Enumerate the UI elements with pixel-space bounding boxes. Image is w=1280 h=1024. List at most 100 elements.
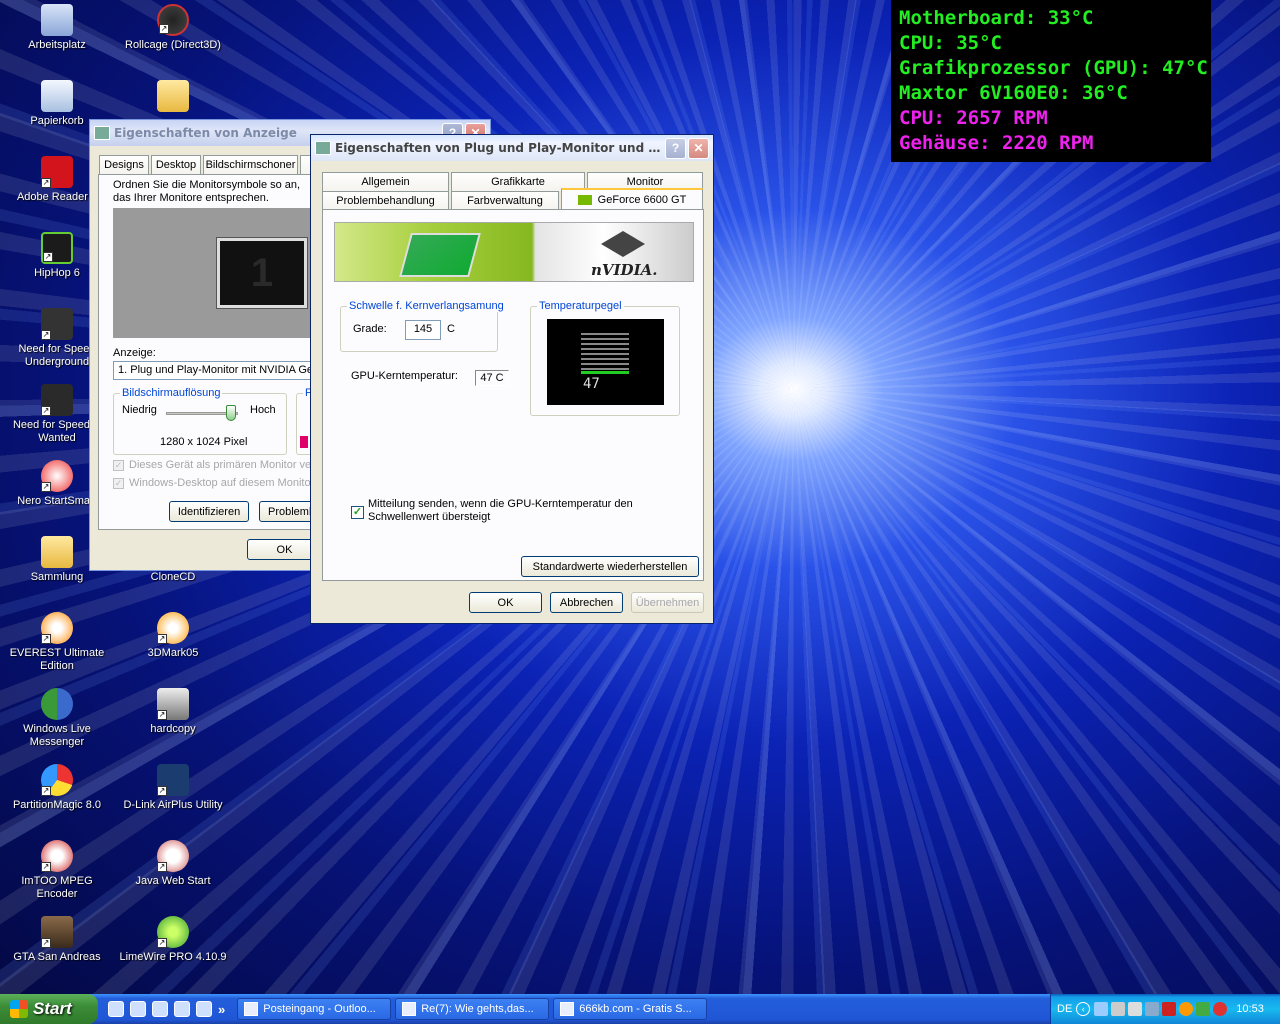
recycle-bin-icon — [41, 80, 73, 112]
extend-desktop-label: Windows-Desktop auf diesem Monitor — [129, 477, 315, 489]
monitor-icon — [315, 141, 331, 155]
monitor-icon — [94, 126, 110, 140]
sensor-motherboard: Motherboard: 33°C — [899, 7, 1094, 29]
outlook-icon — [244, 1002, 259, 1016]
resolution-group-label: Bildschirmauflösung — [120, 387, 223, 399]
restore-defaults-button[interactable]: Standardwerte wiederherstellen — [521, 556, 699, 577]
language-indicator[interactable]: DE — [1057, 1003, 1072, 1015]
extend-desktop-checkbox[interactable]: ✓ — [113, 478, 124, 489]
monitor-properties-titlebar[interactable]: Eigenschaften von Plug und Play-Monitor … — [311, 135, 713, 161]
desktop-icon-arbeitsplatz[interactable]: Arbeitsplatz — [2, 4, 112, 52]
desktop-icon-rollcage[interactable]: ↗ Rollcage (Direct3D) — [118, 4, 228, 52]
desktop-icon-partitionmagic[interactable]: ↗ PartitionMagic 8.0 — [2, 764, 112, 812]
tray-k-icon[interactable] — [1162, 1002, 1177, 1016]
gauge-value: 47 — [583, 376, 600, 392]
grade-label: Grade: — [353, 323, 387, 335]
windows-logo-icon — [10, 1000, 28, 1018]
folder-icon — [41, 536, 73, 568]
resolution-slider-thumb[interactable] — [226, 405, 236, 421]
help-button[interactable]: ? — [665, 137, 686, 159]
hiphop-icon: ↗ — [41, 232, 73, 264]
taskbar: Start » Posteingang - Outloo... Re(7): W… — [0, 994, 1280, 1024]
tray-monitor-icon[interactable] — [1145, 1002, 1160, 1016]
apply-button[interactable]: Übernehmen — [631, 592, 704, 613]
task-666kb[interactable]: 666kb.com - Gratis S... — [553, 998, 708, 1020]
quicklaunch-mediaplayer-icon[interactable] — [174, 1001, 190, 1017]
tab-geforce[interactable]: GeForce 6600 GT — [561, 188, 703, 209]
tray-d-icon[interactable] — [1196, 1002, 1211, 1016]
threshold-group: Schwelle f. Kernverlangsamung Grade: 145… — [340, 300, 506, 352]
tray-everest-icon[interactable] — [1179, 1002, 1194, 1016]
start-button[interactable]: Start — [0, 994, 98, 1024]
desktop-icon-limewire[interactable]: ↗ LimeWire PRO 4.10.9 — [118, 916, 228, 964]
desktop-icon-messenger[interactable]: Windows Live Messenger — [2, 688, 112, 749]
monitor-1-icon[interactable]: 1 — [216, 237, 308, 309]
notify-checkbox[interactable]: ✓ — [351, 506, 364, 519]
nfs-underground-icon: ↗ — [41, 308, 73, 340]
sensor-gpu-temp: Grafikprozessor (GPU): 47°C — [899, 57, 1208, 79]
dlink-icon: ↗ — [157, 764, 189, 796]
desktop-icon-dlink[interactable]: ↗ D-Link AirPlus Utility — [118, 764, 228, 812]
printer-icon: ↗ — [157, 688, 189, 720]
desktop-icon-imtoo[interactable]: ↗ ImTOO MPEG Encoder — [2, 840, 112, 901]
clock[interactable]: 10:53 — [1236, 1003, 1264, 1015]
tray-network-icon[interactable] — [1094, 1002, 1109, 1016]
quicklaunch-outlook-icon[interactable] — [130, 1001, 146, 1017]
tab-farbverwaltung[interactable]: Farbverwaltung — [451, 191, 559, 210]
grade-input[interactable]: 145 — [405, 320, 441, 340]
quicklaunch-messenger-icon[interactable] — [196, 1001, 212, 1017]
3dmark-icon: ↗ — [157, 612, 189, 644]
nvidia-icon — [577, 194, 592, 205]
task-outlook[interactable]: Posteingang - Outloo... — [237, 998, 392, 1020]
sensor-disk-temp: Maxtor 6V160E0: 36°C — [899, 82, 1128, 104]
sensor-cpu-temp: CPU: 35°C — [899, 32, 1002, 54]
quicklaunch-chevron[interactable]: » — [218, 1002, 225, 1017]
limewire-icon: ↗ — [157, 916, 189, 948]
primary-monitor-label: Dieses Gerät als primären Monitor verw — [129, 459, 323, 471]
computer-icon — [41, 4, 73, 36]
tray-printer-icon[interactable] — [1111, 1002, 1126, 1016]
monitor-arrangement-area[interactable]: 1 — [113, 208, 323, 338]
nero-icon: ↗ — [41, 460, 73, 492]
desktop-icon-folder[interactable] — [118, 80, 228, 115]
grade-unit: C — [447, 323, 455, 335]
tray-security-icon[interactable] — [1213, 1002, 1228, 1016]
temperature-gauge: 47 — [547, 319, 664, 405]
temperature-gauge-group: Temperaturpegel 47 — [530, 300, 680, 416]
task-mail[interactable]: Re(7): Wie gehts,das... — [395, 998, 550, 1020]
sensor-case-fan: Gehäuse: 2220 RPM — [899, 132, 1094, 154]
adobe-reader-icon: ↗ — [41, 156, 73, 188]
temperature-overlay: Motherboard: 33°C CPU: 35°C Grafikprozes… — [891, 0, 1211, 162]
java-icon: ↗ — [157, 840, 189, 872]
gpu-temp-label: GPU-Kerntemperatur: — [351, 370, 458, 382]
desktop-icon-everest[interactable]: ↗ EVEREST Ultimate Edition — [2, 612, 112, 673]
arrangement-instruction: Ordnen Sie die Monitorsymbole so an, das… — [113, 179, 301, 204]
color-bar — [300, 436, 308, 448]
quicklaunch-desktop-icon[interactable] — [152, 1001, 168, 1017]
window-title: Eigenschaften von Plug und Play-Monitor … — [335, 141, 663, 155]
display-select[interactable]: 1. Plug und Play-Monitor mit NVIDIA GeF — [113, 361, 323, 380]
quicklaunch-ie-icon[interactable] — [108, 1001, 124, 1017]
desktop-icon-3dmark[interactable]: ↗ 3DMark05 — [118, 612, 228, 660]
partitionmagic-icon: ↗ — [41, 764, 73, 796]
temperature-gauge-label: Temperaturpegel — [537, 300, 624, 312]
close-button[interactable]: ✕ — [688, 137, 709, 159]
tray-volume-icon[interactable] — [1128, 1002, 1143, 1016]
tab-problembehandlung[interactable]: Problembehandlung — [322, 191, 449, 210]
tab-allgemein[interactable]: Allgemein — [322, 172, 449, 191]
identify-button[interactable]: Identifizieren — [169, 501, 249, 522]
tab-desktop[interactable]: Desktop — [151, 155, 201, 174]
tab-bildschirmschoner[interactable]: Bildschirmschoner — [203, 155, 298, 174]
nfs-wanted-icon: ↗ — [41, 384, 73, 416]
desktop-icon-gta[interactable]: ↗ GTA San Andreas — [2, 916, 112, 964]
tray-expand-icon[interactable]: ‹ — [1076, 1002, 1091, 1016]
ok-button[interactable]: OK — [469, 592, 542, 613]
gauge-level-bar — [581, 371, 629, 374]
primary-monitor-checkbox[interactable]: ✓ — [113, 460, 124, 471]
cancel-button[interactable]: Abbrechen — [550, 592, 623, 613]
folder-icon — [157, 80, 189, 112]
desktop-icon-java[interactable]: ↗ Java Web Start — [118, 840, 228, 888]
tab-designs[interactable]: Designs — [99, 155, 149, 174]
browser-icon — [560, 1002, 575, 1016]
desktop-icon-hardcopy[interactable]: ↗ hardcopy — [118, 688, 228, 736]
